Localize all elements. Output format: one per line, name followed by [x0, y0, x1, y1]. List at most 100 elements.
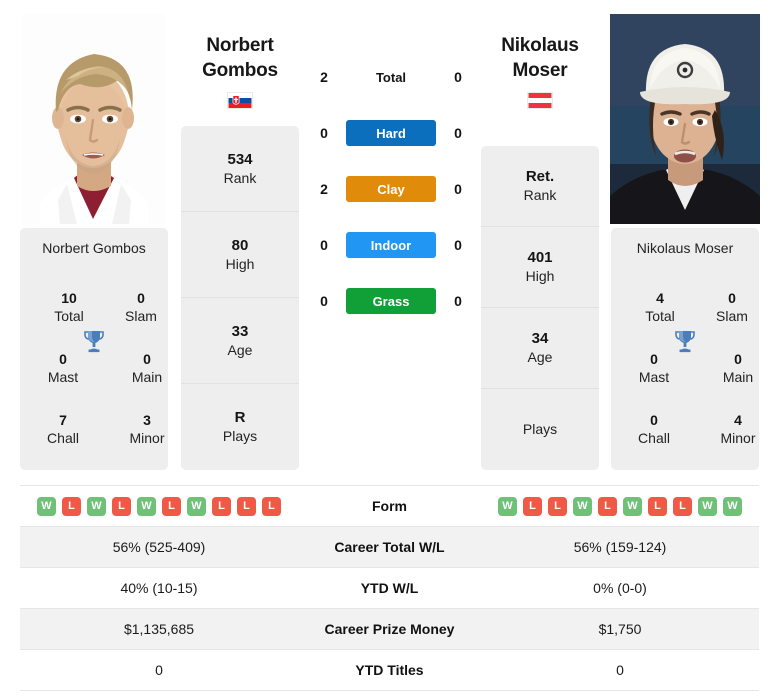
left-titles-mast: 0 Mast [32, 350, 94, 387]
table-label-form: Form [372, 498, 407, 514]
right-titles-minor: 4 Minor [707, 411, 769, 448]
left-player-info-card: 534 Rank 80 High 33 Age R Plays [181, 126, 299, 470]
form-badge-win[interactable]: W [723, 496, 742, 516]
table-row-career-prize-money: $1,135,685 Career Prize Money $1,750 [20, 609, 759, 650]
right-player-titles-card: Nikolaus Moser 4 Total 0 Slam 0 Mast 0 M… [611, 228, 759, 470]
left-titles-grid: 10 Total 0 Slam 0 Mast 0 Main 7 Chall 3 … [20, 265, 168, 449]
left-rank-value: 534 [227, 150, 253, 168]
left-titles-chall-label: Chall [47, 430, 79, 446]
right-ytd-titles: 0 [616, 662, 624, 678]
right-player-name: Nikolaus Moser [480, 33, 600, 83]
h2h-total-label: Total [375, 69, 407, 85]
left-titles-chall: 7 Chall [32, 411, 94, 448]
form-badge-win[interactable]: W [37, 496, 56, 516]
table-label-career-prize-money: Career Prize Money [324, 621, 455, 637]
left-titles-mast-label: Mast [47, 369, 79, 385]
h2h-grass-badge[interactable]: Grass [346, 288, 436, 314]
h2h-row-hard: 0 Hard 0 [311, 120, 471, 146]
left-player-name: Norbert Gombos [180, 33, 300, 83]
left-player-titles-card: Norbert Gombos 10 Total 0 Slam 0 Mast 0 … [20, 228, 168, 470]
right-titles-chall-label: Chall [638, 430, 670, 446]
right-titles-main-label: Main [722, 369, 754, 385]
h2h-clay-right-score: 0 [454, 181, 462, 197]
form-badge-loss[interactable]: L [112, 496, 131, 516]
right-rank-label: Rank [523, 187, 557, 203]
form-badge-loss[interactable]: L [212, 496, 231, 516]
h2h-clay-badge[interactable]: Clay [346, 176, 436, 202]
trophy-icon [84, 331, 104, 353]
left-age-value: 33 [231, 322, 249, 340]
left-titles-slam: 0 Slam [110, 289, 172, 326]
form-badge-win[interactable]: W [573, 496, 592, 516]
table-label-career-total-wl: Career Total W/L [334, 539, 445, 555]
form-badge-loss[interactable]: L [62, 496, 81, 516]
form-badge-loss[interactable]: L [598, 496, 617, 516]
right-titles-slam: 0 Slam [701, 289, 763, 326]
right-age-value: 34 [531, 330, 549, 347]
right-titles-total-label: Total [645, 308, 675, 324]
left-titles-minor-label: Minor [129, 430, 165, 446]
right-plays-label: Plays [522, 421, 558, 437]
right-high-label: High [525, 268, 555, 284]
form-badge-loss[interactable]: L [237, 496, 256, 516]
left-titles-main-label: Main [131, 369, 163, 385]
right-player-photo [610, 14, 760, 224]
h2h-grass-right-score: 0 [454, 293, 462, 309]
left-info-high: 80 High [181, 212, 299, 298]
right-career-total-wl: 56% (159-124) [573, 539, 667, 555]
right-form-strip: WLLWLWLLWW [481, 496, 759, 516]
austria-flag-icon [527, 92, 553, 109]
table-row-ytd-titles: 0 YTD Titles 0 [20, 650, 759, 691]
form-badge-loss[interactable]: L [523, 496, 542, 516]
left-player-lastname: Gombos [202, 60, 278, 81]
left-player-firstname: Norbert [206, 35, 274, 56]
right-form-cell: WLLWLWLLWW [481, 496, 759, 516]
h2h-hard-badge[interactable]: Hard [346, 120, 436, 146]
h2h-clay-left-score: 2 [320, 181, 328, 197]
left-age-label: Age [227, 341, 253, 358]
right-player-firstname: Nikolaus [501, 35, 579, 56]
left-career-prize-money: $1,135,685 [123, 621, 195, 637]
left-info-age: 33 Age [181, 298, 299, 384]
table-row-form: WLWLWLWLLL Form WLLWLWLLWW [20, 486, 759, 527]
right-rank-value: Ret. [525, 168, 555, 185]
h2h-row-total: 2 Total 0 [311, 64, 471, 90]
form-badge-loss[interactable]: L [548, 496, 567, 516]
h2h-row-clay: 2 Clay 0 [311, 176, 471, 202]
form-badge-win[interactable]: W [137, 496, 156, 516]
form-badge-win[interactable]: W [498, 496, 517, 516]
left-titles-total-label: Total [54, 308, 84, 324]
left-ytd-wl: 40% (10-15) [120, 580, 198, 596]
right-titles-mast: 0 Mast [623, 350, 685, 387]
left-high-value: 80 [231, 236, 249, 254]
form-badge-win[interactable]: W [623, 496, 642, 516]
form-badge-loss[interactable]: L [673, 496, 692, 516]
right-info-age: 34 Age [481, 308, 599, 389]
right-titles-total: 4 Total [629, 289, 691, 326]
player-comparison-page: Norbert Gombos 534 Rank 80 High 33 Age R… [0, 0, 779, 699]
right-titles-total-value: 4 [656, 290, 664, 306]
right-info-plays: Plays [481, 389, 599, 470]
form-badge-win[interactable]: W [698, 496, 717, 516]
left-titles-minor-value: 3 [143, 412, 151, 428]
left-plays-label: Plays [222, 428, 258, 444]
right-high-value: 401 [527, 249, 553, 266]
h2h-indoor-badge[interactable]: Indoor [346, 232, 436, 258]
form-badge-loss[interactable]: L [162, 496, 181, 516]
left-titles-slam-label: Slam [125, 308, 157, 324]
form-badge-loss[interactable]: L [648, 496, 667, 516]
right-ytd-wl: 0% (0-0) [593, 580, 647, 596]
h2h-indoor-left-score: 0 [320, 237, 328, 253]
right-titles-mast-label: Mast [638, 369, 670, 385]
left-titles-slam-value: 0 [137, 290, 145, 306]
h2h-hard-right-score: 0 [454, 125, 462, 141]
form-badge-win[interactable]: W [187, 496, 206, 516]
right-titles-chall: 0 Chall [623, 411, 685, 448]
form-badge-loss[interactable]: L [262, 496, 281, 516]
right-titles-main: 0 Main [707, 350, 769, 387]
left-player-name-block: Norbert Gombos [180, 33, 300, 109]
form-badge-win[interactable]: W [87, 496, 106, 516]
right-info-rank: Ret. Rank [481, 146, 599, 227]
left-high-label: High [225, 255, 255, 272]
right-player-info-card: Ret. Rank 401 High 34 Age Plays [481, 146, 599, 470]
